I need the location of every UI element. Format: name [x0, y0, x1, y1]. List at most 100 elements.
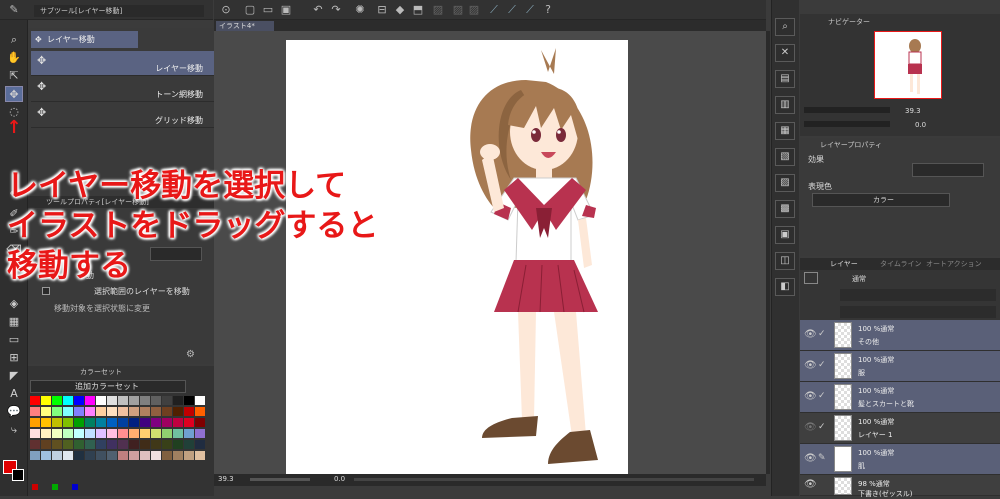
color-swatch[interactable] [85, 396, 95, 405]
color-swatch[interactable] [85, 429, 95, 438]
color-swatch[interactable] [162, 418, 172, 427]
layer-color-box[interactable] [804, 272, 818, 284]
color-swatch[interactable] [184, 418, 194, 427]
navigator-tab[interactable]: ナビゲーター [828, 17, 870, 27]
color-swatch[interactable] [118, 407, 128, 416]
item-bank-icon[interactable]: ▦ [775, 122, 795, 140]
correct-line-tool-icon[interactable]: ⤷ [5, 422, 23, 438]
color-swatch[interactable] [63, 451, 73, 460]
open-file-icon[interactable]: ▭ [260, 2, 276, 18]
color-swatch[interactable] [41, 396, 51, 405]
color-swatch[interactable] [162, 451, 172, 460]
transform-icon[interactable]: ⬒ [410, 2, 426, 18]
color-swatch[interactable] [74, 418, 84, 427]
color-swatch[interactable] [195, 440, 205, 449]
settings-icon[interactable]: ⚙ [186, 349, 195, 360]
color-swatch[interactable] [195, 451, 205, 460]
color-swatch[interactable] [118, 418, 128, 427]
redo-icon[interactable]: ↷ [328, 2, 344, 18]
color-swatch[interactable] [52, 440, 62, 449]
color-swatch[interactable] [140, 440, 150, 449]
horizontal-scrollbar[interactable] [354, 478, 754, 481]
check-icon[interactable]: ✓ [818, 422, 826, 432]
eye-icon[interactable]: 👁 [804, 391, 817, 402]
color-swatch[interactable] [118, 396, 128, 405]
color-swatch[interactable] [195, 429, 205, 438]
color-swatch[interactable] [173, 440, 183, 449]
color-swatch[interactable] [96, 429, 106, 438]
color-swatch[interactable] [151, 429, 161, 438]
color-swatch[interactable] [74, 396, 84, 405]
eye-icon[interactable]: 👁 [804, 360, 817, 371]
balloon-tool-icon[interactable]: 💬 [5, 404, 23, 420]
layer-search-icon[interactable]: ▤ [775, 70, 795, 88]
layer-toolbar-row-2[interactable] [840, 306, 996, 318]
eye-icon[interactable]: 👁 [804, 479, 817, 490]
color-swatch[interactable] [96, 440, 106, 449]
color-wheel-icon[interactable]: ▩ [775, 200, 795, 218]
navigator-icon[interactable]: ⌕ [775, 18, 795, 36]
new-file-icon[interactable]: ▢ [242, 2, 258, 18]
color-swatch[interactable] [162, 407, 172, 416]
color-swatch[interactable] [184, 407, 194, 416]
color-swatch[interactable] [96, 407, 106, 416]
ruler-tool-icon[interactable]: ◤ [5, 368, 23, 384]
canvas-paper[interactable] [286, 40, 628, 474]
color-swatch[interactable] [140, 451, 150, 460]
pen-icon[interactable]: ✎ [6, 2, 22, 18]
navigator-preview[interactable] [874, 31, 942, 99]
color-swatch[interactable] [63, 418, 73, 427]
color-swatch[interactable] [173, 451, 183, 460]
color-swatch[interactable] [30, 440, 40, 449]
blend-mode-select[interactable]: 通常 [836, 273, 896, 285]
intermediate-color-icon[interactable]: ◫ [775, 252, 795, 270]
color-swatch[interactable] [74, 440, 84, 449]
layer-item[interactable]: 👁 ✓ 100 %通常 服 [800, 351, 1000, 382]
color-swatch[interactable] [118, 451, 128, 460]
color-swatch[interactable] [85, 418, 95, 427]
color-swatch[interactable] [129, 407, 139, 416]
color-swatch[interactable] [184, 451, 194, 460]
color-swatch[interactable] [173, 418, 183, 427]
text-tool-icon[interactable]: A [5, 386, 23, 402]
color-swatch[interactable] [63, 440, 73, 449]
color-swatch[interactable] [162, 440, 172, 449]
material-icon[interactable]: ▥ [775, 96, 795, 114]
navigator-rotate-slider[interactable] [804, 121, 890, 127]
grid-snap-icon[interactable]: ⟋ [522, 2, 538, 18]
color-swatch[interactable] [195, 407, 205, 416]
color-swatch[interactable] [30, 451, 40, 460]
color-swatch[interactable] [162, 396, 172, 405]
color-swatch[interactable] [74, 429, 84, 438]
color-swatch[interactable] [129, 396, 139, 405]
color-swatch[interactable] [162, 429, 172, 438]
snap-icon[interactable]: ✺ [352, 2, 368, 18]
color-swatch[interactable] [129, 429, 139, 438]
color-swatch[interactable] [118, 429, 128, 438]
color-swatch[interactable] [129, 451, 139, 460]
color-swatch[interactable] [96, 396, 106, 405]
approximate-color-icon[interactable]: ◧ [775, 278, 795, 296]
tab-auto-action[interactable]: オートアクション [926, 259, 982, 269]
special-ruler-icon[interactable]: ⟋ [504, 2, 520, 18]
check-icon[interactable]: ✓ [818, 360, 826, 370]
color-swatch[interactable] [30, 418, 40, 427]
color-swatch[interactable] [96, 451, 106, 460]
color-swatch[interactable] [41, 440, 51, 449]
color-swatch[interactable] [107, 396, 117, 405]
check-icon[interactable]: ✓ [818, 391, 826, 401]
color-swatch[interactable] [96, 418, 106, 427]
color-swatch[interactable] [140, 418, 150, 427]
layer-item[interactable]: 👁 ✓ 100 %通常 その他 [800, 320, 1000, 351]
color-swatch[interactable] [151, 440, 161, 449]
color-swatch[interactable] [52, 396, 62, 405]
color-swatch[interactable] [63, 396, 73, 405]
sub-tool-item-tone-move[interactable]: ✥ トーン網移動 [31, 77, 217, 102]
color-swatch[interactable] [41, 418, 51, 427]
color-swatch[interactable] [52, 451, 62, 460]
color-swatch[interactable] [107, 429, 117, 438]
app-icon[interactable]: ⊙ [218, 2, 234, 18]
color-swatch[interactable] [140, 429, 150, 438]
canvas-scrollbar[interactable] [766, 31, 770, 474]
color-swatch[interactable] [129, 440, 139, 449]
